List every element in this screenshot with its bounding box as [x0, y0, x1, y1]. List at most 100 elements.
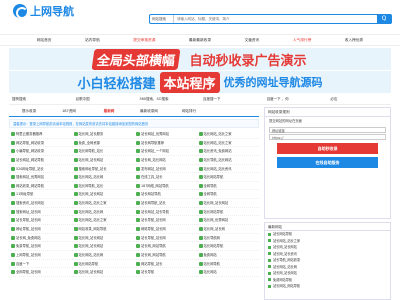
site-link[interactable]: 站长网导航	[196, 260, 259, 269]
site-link[interactable]: 站长资讯_免费网站	[196, 147, 259, 156]
site-link[interactable]: 站长导航_站长网	[134, 234, 197, 243]
site-link[interactable]: 上网导航_站长网	[9, 251, 72, 260]
site-link[interactable]: 站长网站导航	[71, 260, 134, 269]
site-link[interactable]: 站长网导航_站长	[134, 199, 197, 208]
nav-item-income[interactable]: 收入榜优秀	[345, 38, 363, 43]
code-field-1[interactable]: 网址链接	[269, 127, 386, 134]
site-link[interactable]: 187网络_网站导航	[134, 182, 197, 191]
nav-item-sitenav[interactable]: 站内导航	[85, 38, 100, 43]
site-link[interactable]: 网络导航_站长网	[134, 225, 197, 234]
site-link[interactable]: 网址导航_站长网	[9, 225, 72, 234]
tab-submit[interactable]: 提示收录	[9, 109, 49, 114]
banner-top[interactable]: 全局头部横幅 自动秒收录广告演示	[9, 48, 391, 70]
site-icon	[11, 227, 15, 232]
site-link[interactable]: 站长网_站长网站	[71, 156, 134, 165]
nav-item-ranking[interactable]: 人气排行榜	[293, 38, 311, 43]
site-link[interactable]: 站长导航网	[196, 234, 259, 243]
quick-link[interactable]: 谷歌中国	[73, 97, 137, 102]
site-link[interactable]: 站长网站导航	[134, 190, 197, 200]
site-link[interactable]: 站长网_站长网站	[196, 199, 259, 208]
site-link[interactable]: 搜索网址导航_站长	[71, 165, 134, 174]
site-link[interactable]: 站长网_站长网站	[71, 190, 134, 200]
site-link[interactable]: 站长网_站长网站	[71, 242, 134, 251]
banner-program[interactable]: 小白轻松搭建 本站程序 优秀的网址导航源码	[9, 71, 391, 93]
site-link[interactable]: 发布网站_站长网	[134, 165, 197, 174]
site-link[interactable]: 站长网站_站长导航	[134, 208, 197, 217]
site-link[interactable]: 站长网站_站长之家	[196, 130, 259, 139]
site-link[interactable]: 站长网站_站长之家	[71, 216, 134, 226]
search-icon[interactable]: Q	[377, 14, 391, 24]
site-link[interactable]: 站长网_站长网站	[71, 234, 134, 243]
site-link[interactable]: 站长网站	[196, 268, 259, 277]
site-link[interactable]: 网站收录_网站导航	[9, 182, 72, 191]
site-link[interactable]: 站长网站_站长之家	[71, 199, 134, 208]
site-icon	[136, 140, 140, 145]
quick-link[interactable]: 必应	[327, 97, 391, 102]
site-link[interactable]: 小编导航_网站收录	[9, 147, 72, 156]
site-link[interactable]: 全网导航	[196, 182, 259, 191]
nav-item-home[interactable]: 网站首页	[37, 38, 52, 43]
site-link[interactable]: 站长网站_站长之家	[196, 139, 259, 148]
site-link[interactable]: 站长导航	[134, 268, 197, 277]
site-link[interactable]: 站长网站_优秀网站	[134, 130, 197, 139]
site-link[interactable]: 搜索网站_优秀网站	[9, 173, 72, 182]
site-link[interactable]: 站长网_免费网站	[9, 234, 72, 243]
site-link[interactable]: 站长网站_站长网	[71, 208, 134, 217]
site-link[interactable]: 站长网_网站导航	[134, 251, 197, 260]
site-link[interactable]: 网站收录_网站导航	[71, 225, 134, 234]
site-link[interactable]: 搜索网址_站长网	[9, 208, 72, 217]
quick-link[interactable]: 百度搜一下	[200, 97, 264, 102]
site-link[interactable]: 在线工具_站长	[134, 173, 197, 182]
site-link[interactable]: 全网导航	[196, 190, 259, 200]
site-link[interactable]: 站长导航_站长网	[134, 216, 197, 226]
tab-187[interactable]: 187资网	[49, 109, 89, 114]
site-link[interactable]: 站长网_站长网站	[134, 156, 197, 165]
site-link[interactable]: 站长网_站长网站	[71, 268, 134, 277]
tab-latest[interactable]: 最新网	[89, 109, 129, 114]
latest-site-row[interactable]: 站长网站_网站导航	[265, 283, 390, 290]
site-link[interactable]: 站长网站_站长网	[71, 251, 134, 260]
quick-link[interactable]: 360搜索、SO搜索	[136, 97, 200, 102]
site-link[interactable]: 站长网站导航	[196, 208, 259, 217]
site-link[interactable]: 站长网站_网站导航	[9, 156, 72, 165]
search-input[interactable]	[174, 15, 377, 23]
quick-link[interactable]: 百度一下 ，你	[264, 97, 328, 102]
site-link[interactable]: 站长网导航_站长	[71, 147, 134, 156]
code-field-2[interactable]: https://	[269, 134, 386, 141]
site-link[interactable]: 站长网站_站长资讯	[196, 165, 259, 174]
site-link[interactable]: 免费_全网资源	[71, 139, 134, 148]
site-link[interactable]: 站长导航_站长网站	[196, 156, 259, 165]
site-icon	[198, 192, 203, 197]
site-link[interactable]: 网站导航_站长	[134, 260, 197, 269]
tab-latest-collected[interactable]: 最新收录网	[129, 109, 169, 114]
site-logo[interactable]: 上网导航	[13, 3, 74, 19]
site-link[interactable]: 免费网站	[196, 251, 259, 260]
site-link[interactable]: 搜索资讯_站长网站	[9, 199, 72, 208]
site-link[interactable]: 520网址导航_站长	[9, 165, 72, 174]
tab-ranking[interactable]: 网站排行	[169, 109, 209, 114]
auto-submit-button[interactable]: 自助秒收录	[277, 143, 378, 155]
site-link[interactable]: 11网址导航	[9, 190, 72, 200]
site-link[interactable]: 站长网_站长服务	[71, 130, 134, 139]
site-link[interactable]: 站长网_优秀网站	[196, 216, 259, 226]
site-link[interactable]: 站长网站_站长网	[71, 173, 134, 182]
nav-item-latest[interactable]: 最新最新收录	[189, 38, 211, 43]
site-link[interactable]: 全网导航_站长网	[9, 268, 72, 277]
nav-item-submit[interactable]: 提交审核资源	[133, 38, 155, 43]
site-link[interactable]: 站长网_站长网	[196, 225, 259, 234]
site-link[interactable]: 站长网导航_站长	[71, 182, 134, 191]
online-service-button[interactable]: 在线自助服务	[277, 157, 378, 169]
site-link[interactable]: 网站导航_网站收录	[9, 139, 72, 148]
site-link[interactable]: 免费导航_站长网	[9, 242, 72, 251]
site-link[interactable]: 站长网站_一个网站	[134, 147, 197, 156]
site-link[interactable]: 阿里云服务器推荐	[9, 130, 72, 139]
site-link[interactable]: 站长网导航推荐	[134, 139, 197, 148]
site-link[interactable]: 站长导航_站长网	[9, 216, 72, 226]
search-type-select[interactable]: 网站搜索	[150, 15, 174, 23]
site-link[interactable]: 站长网站导航	[196, 173, 259, 182]
site-link[interactable]: 站长网_网站导航	[134, 242, 197, 251]
site-link[interactable]: 站长网站导航	[196, 242, 259, 251]
quick-link[interactable]: 搜狗搜索	[9, 97, 73, 102]
site-link[interactable]: 百度一下	[9, 260, 72, 269]
nav-item-articles[interactable]: 文章资讯	[245, 38, 260, 43]
